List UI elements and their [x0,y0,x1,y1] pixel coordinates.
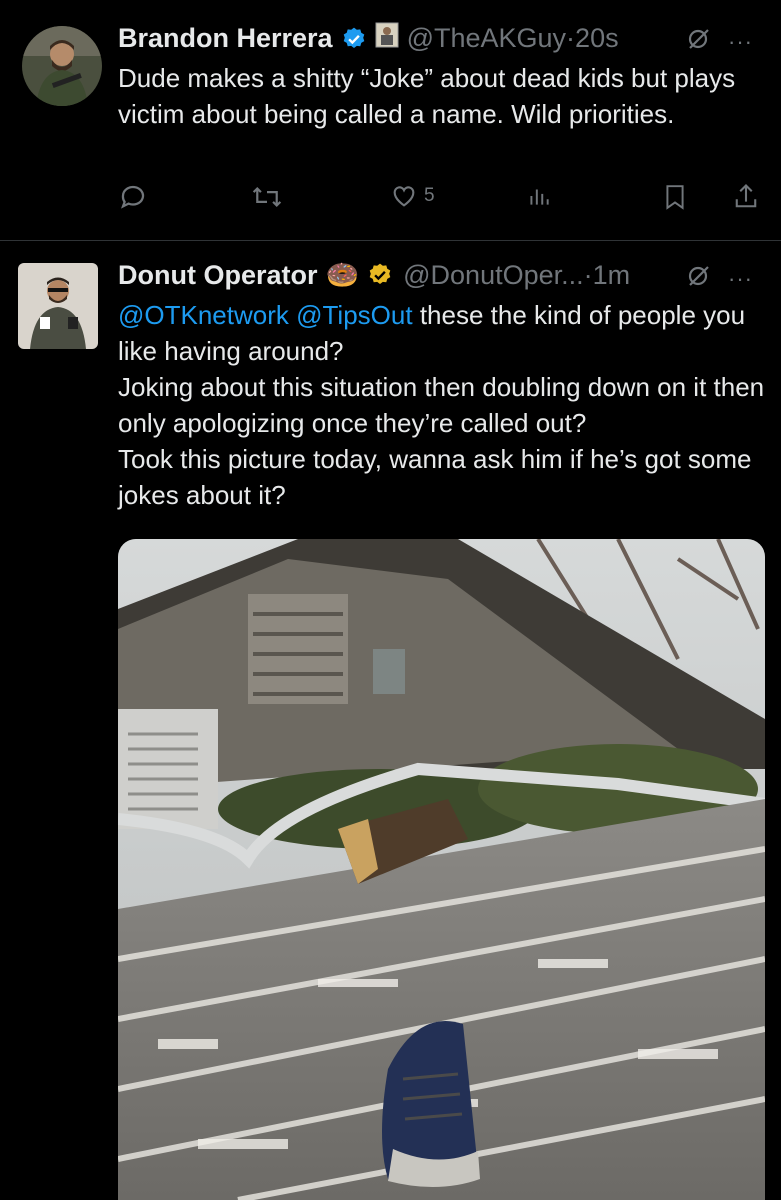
reply-button[interactable] [118,182,148,212]
tweet-text-line: Took this picture today, wanna ask him i… [118,444,752,510]
tweet-donut-operator[interactable]: Donut Operator 🍩 @DonutOper... · 1m ··· … [0,241,781,1200]
retweet-button[interactable] [250,182,284,212]
share-icon [735,183,757,208]
heart-icon [393,186,415,207]
photo-image [118,539,765,1200]
mention-link[interactable]: @OTKnetwork [118,300,289,330]
more-icon[interactable]: ··· [728,266,753,292]
more-icon[interactable]: ··· [728,29,753,55]
grok-icon[interactable] [686,26,712,57]
tweet-text: Dude makes a shitty “Joke” about dead ki… [118,63,736,129]
grok-icon[interactable] [686,263,712,294]
display-name[interactable]: Brandon Herrera [118,23,333,54]
tweet-header-actions: ··· [686,26,753,57]
donut-emoji: 🍩 [325,260,360,290]
verified-badge-icon [367,262,393,288]
share-button[interactable] [732,182,760,212]
handle[interactable]: @DonutOper... [403,260,584,291]
views-button[interactable] [526,182,552,210]
tweet-header-actions: ··· [686,263,753,294]
separator-dot: · [566,23,576,53]
like-button[interactable]: 5 [390,182,435,210]
tweet-header: Donut Operator 🍩 @DonutOper... · 1m [118,259,630,291]
tweet-photo[interactable] [118,539,765,1200]
retweet-icon [252,186,282,208]
timestamp[interactable]: 1m [593,260,631,291]
tweet-text: @OTKnetwork @TipsOut these the kind of p… [118,297,768,513]
mention-link[interactable]: @TipsOut [296,300,412,330]
views-icon [530,189,549,205]
separator-dot: · [583,259,593,290]
bookmark-icon [666,185,684,210]
affiliate-badge-icon [375,22,399,55]
like-count: 5 [424,185,435,206]
bookmark-button[interactable] [662,182,688,212]
timestamp[interactable]: 20s [575,23,619,54]
handle[interactable]: @TheAKGuy [407,23,566,54]
avatar[interactable] [18,263,98,349]
avatar[interactable] [22,26,102,106]
display-name[interactable]: Donut Operator [118,260,318,291]
reply-icon [120,185,145,209]
tweet-header: Brandon Herrera @TheAKGuy · 20s [118,22,619,55]
verified-badge-icon [341,26,367,52]
tweet-brandon-herrera[interactable]: Brandon Herrera @TheAKGuy · 20s ··· Dude… [0,0,781,240]
tweet-actions: 5 [118,182,768,222]
tweet-text-line: Joking about this situation then doublin… [118,372,765,438]
